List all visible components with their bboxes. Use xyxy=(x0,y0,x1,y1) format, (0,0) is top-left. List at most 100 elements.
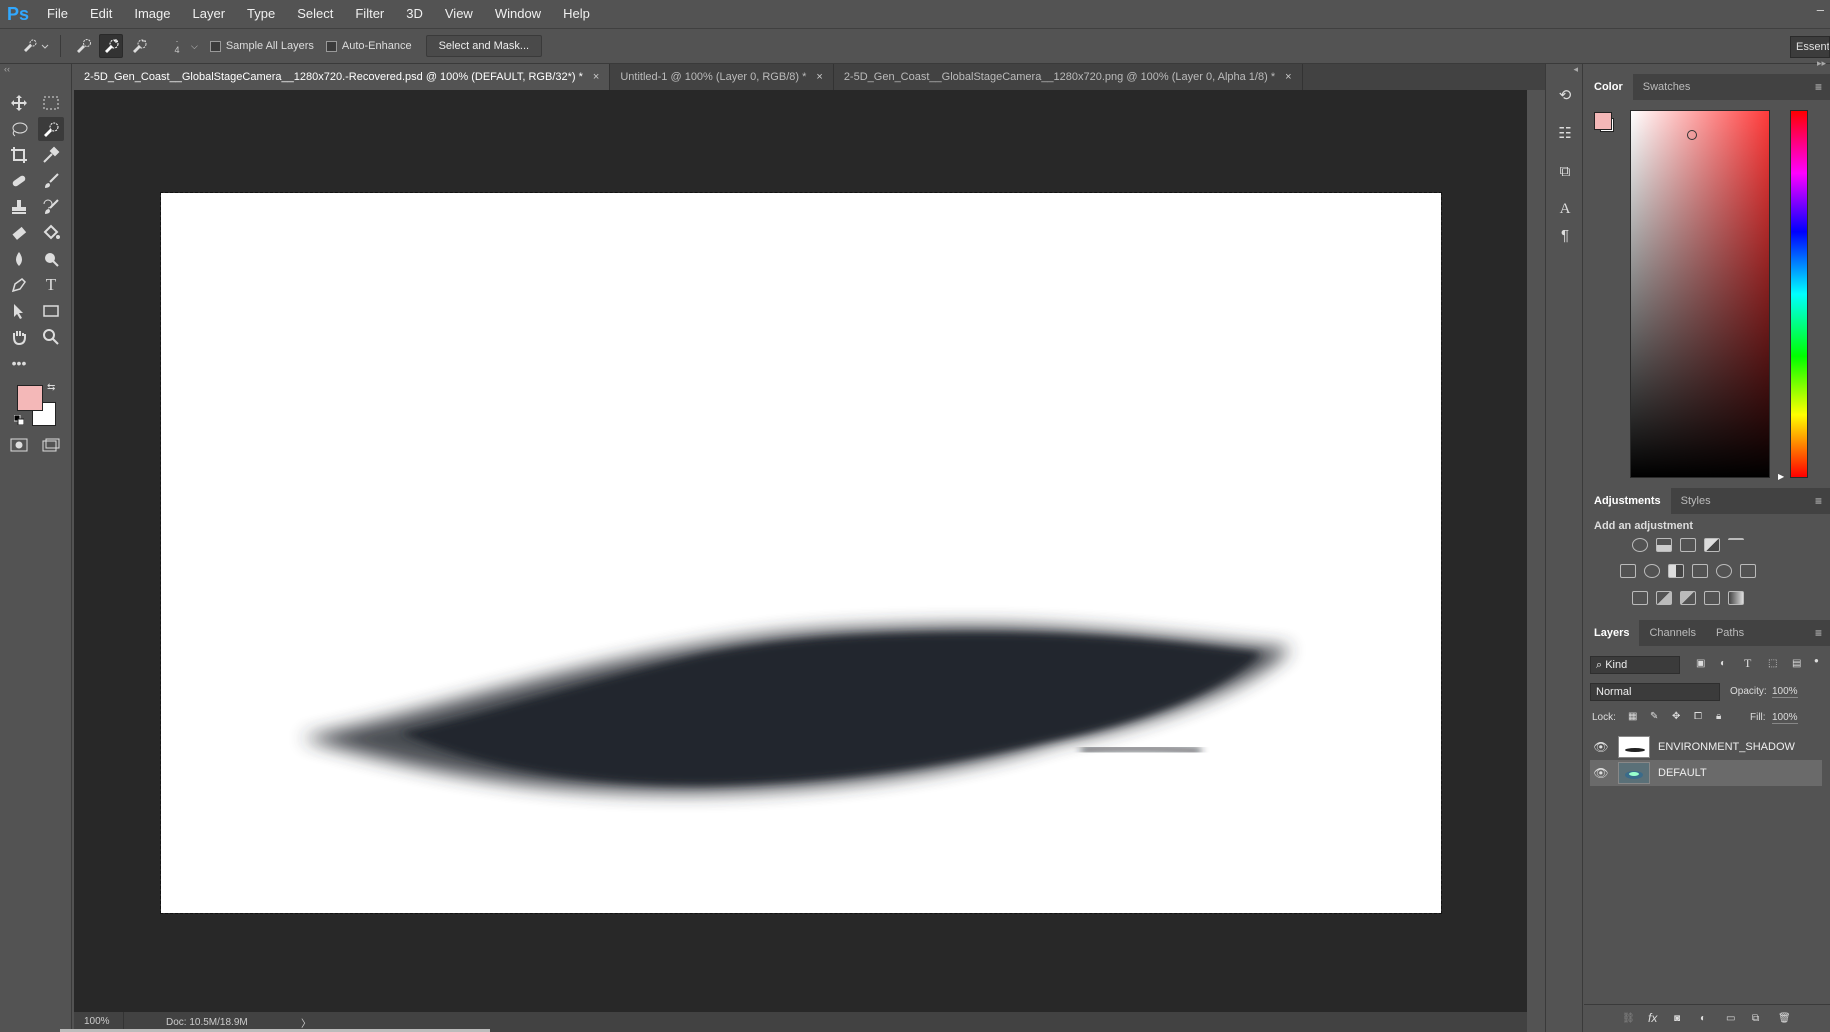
expand-panels-icon[interactable]: ◂ xyxy=(1573,64,1578,75)
link-layers-icon[interactable]: ⛓︎ xyxy=(1622,1013,1635,1024)
zoom-tool[interactable] xyxy=(38,325,64,349)
auto-enhance-option[interactable]: Auto-Enhance xyxy=(325,40,412,52)
eye-icon[interactable]: 👁︎ xyxy=(1590,766,1612,780)
hue-slider[interactable] xyxy=(1790,110,1808,478)
dodge-tool[interactable] xyxy=(38,247,64,271)
lock-position-icon[interactable]: ✥ xyxy=(1672,711,1680,722)
menu-file[interactable]: File xyxy=(36,0,79,28)
curves-icon[interactable] xyxy=(1680,538,1696,552)
add-mask-icon[interactable]: ◙ xyxy=(1674,1013,1680,1024)
new-group-icon[interactable]: ▭ xyxy=(1726,1013,1735,1024)
swap-colors-icon[interactable]: ⇆ xyxy=(47,382,55,393)
menu-window[interactable]: Window xyxy=(484,0,552,28)
vertical-scrollbar[interactable] xyxy=(1527,90,1545,1032)
eyedropper-tool[interactable] xyxy=(38,143,64,167)
tool-preset-picker[interactable] xyxy=(18,34,52,58)
tab-layers[interactable]: Layers xyxy=(1584,620,1640,646)
crop-tool[interactable] xyxy=(6,143,32,167)
paragraph-panel-button[interactable]: ¶ xyxy=(1551,222,1579,248)
filter-pixel-icon[interactable]: ▣ xyxy=(1696,658,1705,669)
opacity-value[interactable]: 100% xyxy=(1772,686,1798,698)
color-balance-icon[interactable] xyxy=(1644,564,1660,578)
sample-all-layers-checkbox[interactable] xyxy=(209,40,221,52)
tab-channels[interactable]: Channels xyxy=(1639,620,1705,646)
document-canvas[interactable] xyxy=(160,192,1442,914)
character-panel-button[interactable]: A xyxy=(1551,196,1579,222)
subtract-selection-brush-button[interactable] xyxy=(127,34,151,58)
canvas-workspace[interactable] xyxy=(74,90,1527,1012)
tab-paths[interactable]: Paths xyxy=(1706,620,1754,646)
history-panel-button[interactable]: ⟲ xyxy=(1551,82,1579,108)
workspace-switcher[interactable]: Essentials xyxy=(1790,36,1830,58)
close-icon[interactable]: × xyxy=(816,71,822,83)
color-field[interactable] xyxy=(1630,110,1770,478)
filter-toggle-icon[interactable]: ● xyxy=(1814,656,1819,665)
selective-color-icon[interactable] xyxy=(1704,591,1720,605)
screen-mode-button[interactable] xyxy=(38,433,64,457)
lock-image-icon[interactable]: ✎ xyxy=(1650,711,1658,722)
select-and-mask-button[interactable]: Select and Mask... xyxy=(425,35,543,57)
menu-layer[interactable]: Layer xyxy=(182,0,237,28)
new-layer-icon[interactable]: ⧉ xyxy=(1752,1013,1759,1024)
lock-transparent-icon[interactable]: ▦ xyxy=(1628,711,1637,722)
collapse-tools-icon[interactable]: ‹‹ xyxy=(4,64,10,74)
healing-brush-tool[interactable] xyxy=(6,169,32,193)
layer-row-selected[interactable]: 👁︎ DEFAULT xyxy=(1590,760,1822,786)
filter-shape-icon[interactable]: ⬚ xyxy=(1768,658,1777,669)
exposure-icon[interactable] xyxy=(1704,538,1720,552)
auto-enhance-checkbox[interactable] xyxy=(325,40,337,52)
tab-png-document[interactable]: 2-5D_Gen_Coast__GlobalStageCamera__1280x… xyxy=(833,64,1303,90)
lasso-tool[interactable] xyxy=(6,117,32,141)
menu-filter[interactable]: Filter xyxy=(344,0,395,28)
hand-tool[interactable] xyxy=(6,325,32,349)
tab-styles[interactable]: Styles xyxy=(1671,488,1721,514)
layer-name[interactable]: DEFAULT xyxy=(1658,767,1707,779)
hue-saturation-icon[interactable] xyxy=(1620,564,1636,578)
gradient-map-icon[interactable] xyxy=(1728,591,1744,605)
panel-menu-icon[interactable]: ≡ xyxy=(1815,80,1822,94)
blur-tool[interactable] xyxy=(6,247,32,271)
properties-panel-button[interactable]: ☷ xyxy=(1551,120,1579,146)
brush-tool[interactable] xyxy=(38,169,64,193)
minimize-button[interactable]: – xyxy=(1817,2,1824,17)
panel-menu-icon[interactable]: ≡ xyxy=(1815,494,1822,508)
fill-value[interactable]: 100% xyxy=(1772,712,1798,724)
vibrance-icon[interactable] xyxy=(1728,538,1744,552)
slider-indicator-icon[interactable]: ▶ xyxy=(1778,472,1784,481)
marquee-tool[interactable] xyxy=(38,91,64,115)
quick-selection-tool[interactable] xyxy=(38,117,64,141)
filter-adjustment-icon[interactable]: ◐ xyxy=(1720,658,1726,669)
lock-artboard-icon[interactable]: ⧠ xyxy=(1694,711,1702,722)
layer-kind-filter[interactable]: ⌕ Kind xyxy=(1590,656,1680,674)
menu-view[interactable]: View xyxy=(434,0,484,28)
black-white-icon[interactable] xyxy=(1668,564,1684,578)
menu-image[interactable]: Image xyxy=(123,0,181,28)
tab-swatches[interactable]: Swatches xyxy=(1633,74,1701,100)
close-icon[interactable]: × xyxy=(1285,71,1291,83)
menu-type[interactable]: Type xyxy=(236,0,286,28)
color-picker-cursor[interactable] xyxy=(1687,130,1697,140)
history-brush-tool[interactable] xyxy=(38,195,64,219)
filter-smart-object-icon[interactable]: ▤ xyxy=(1792,658,1801,669)
rectangle-tool[interactable] xyxy=(38,299,64,323)
collapse-panels-icon[interactable]: ▸▸ xyxy=(1817,58,1826,69)
new-selection-brush-button[interactable] xyxy=(71,34,95,58)
eye-icon[interactable]: 👁︎ xyxy=(1590,740,1612,754)
menu-select[interactable]: Select xyxy=(286,0,344,28)
sample-all-layers-option[interactable]: Sample All Layers xyxy=(209,40,314,52)
clone-stamp-tool[interactable] xyxy=(6,195,32,219)
color-lookup-icon[interactable] xyxy=(1740,564,1756,578)
color-panel-fg-swatch[interactable] xyxy=(1594,112,1612,130)
foreground-color-swatch[interactable] xyxy=(17,385,43,411)
paint-bucket-tool[interactable] xyxy=(38,221,64,245)
new-adjustment-icon[interactable]: ◐ xyxy=(1700,1013,1706,1024)
panel-menu-icon[interactable]: ≡ xyxy=(1815,626,1822,640)
invert-icon[interactable] xyxy=(1632,591,1648,605)
eraser-tool[interactable] xyxy=(6,221,32,245)
layer-name[interactable]: ENVIRONMENT_SHADOW xyxy=(1658,741,1795,753)
levels-icon[interactable] xyxy=(1656,538,1672,552)
move-tool[interactable] xyxy=(6,91,32,115)
status-menu-arrow[interactable]: 〉 xyxy=(301,1015,311,1030)
lock-all-icon[interactable]: 🔒︎ xyxy=(1716,711,1721,722)
tab-adjustments[interactable]: Adjustments xyxy=(1584,488,1671,514)
